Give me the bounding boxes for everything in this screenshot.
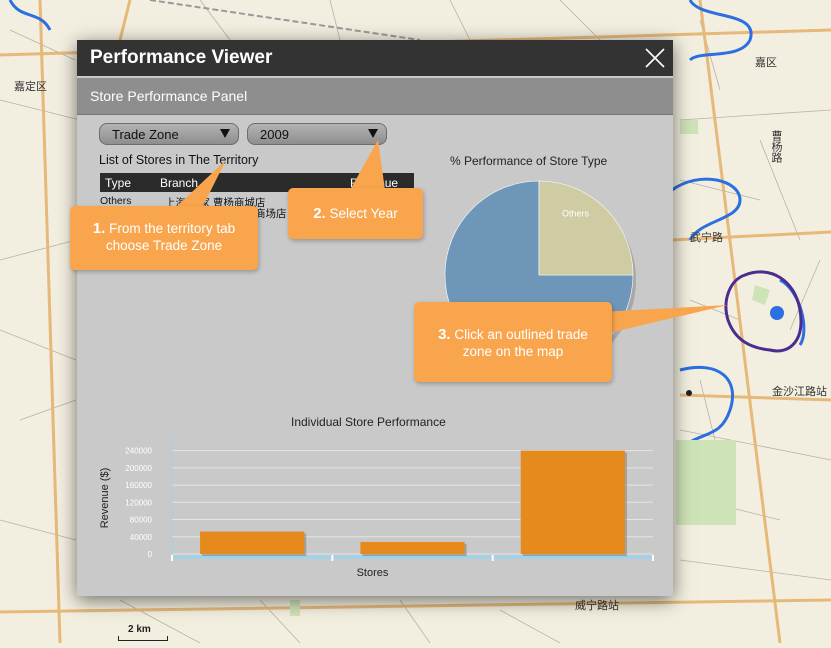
- callout-step-1-text: From the territory tab choose Trade Zone: [105, 221, 236, 253]
- callout-step-2-text: Select Year: [329, 206, 398, 221]
- callout-step-3-text: Click an outlined trade zone on the map: [454, 327, 588, 359]
- callout-step-2: 2. Select Year: [288, 188, 423, 239]
- callout-step-3: 3. Click an outlined trade zone on the m…: [414, 302, 612, 382]
- callout-step-1-number: 1.: [92, 220, 106, 237]
- callout-step-3-number: 3.: [438, 326, 451, 343]
- callout-step-1: 1. From the territory tab choose Trade Z…: [70, 206, 258, 270]
- callout-step-2-number: 2.: [313, 205, 326, 222]
